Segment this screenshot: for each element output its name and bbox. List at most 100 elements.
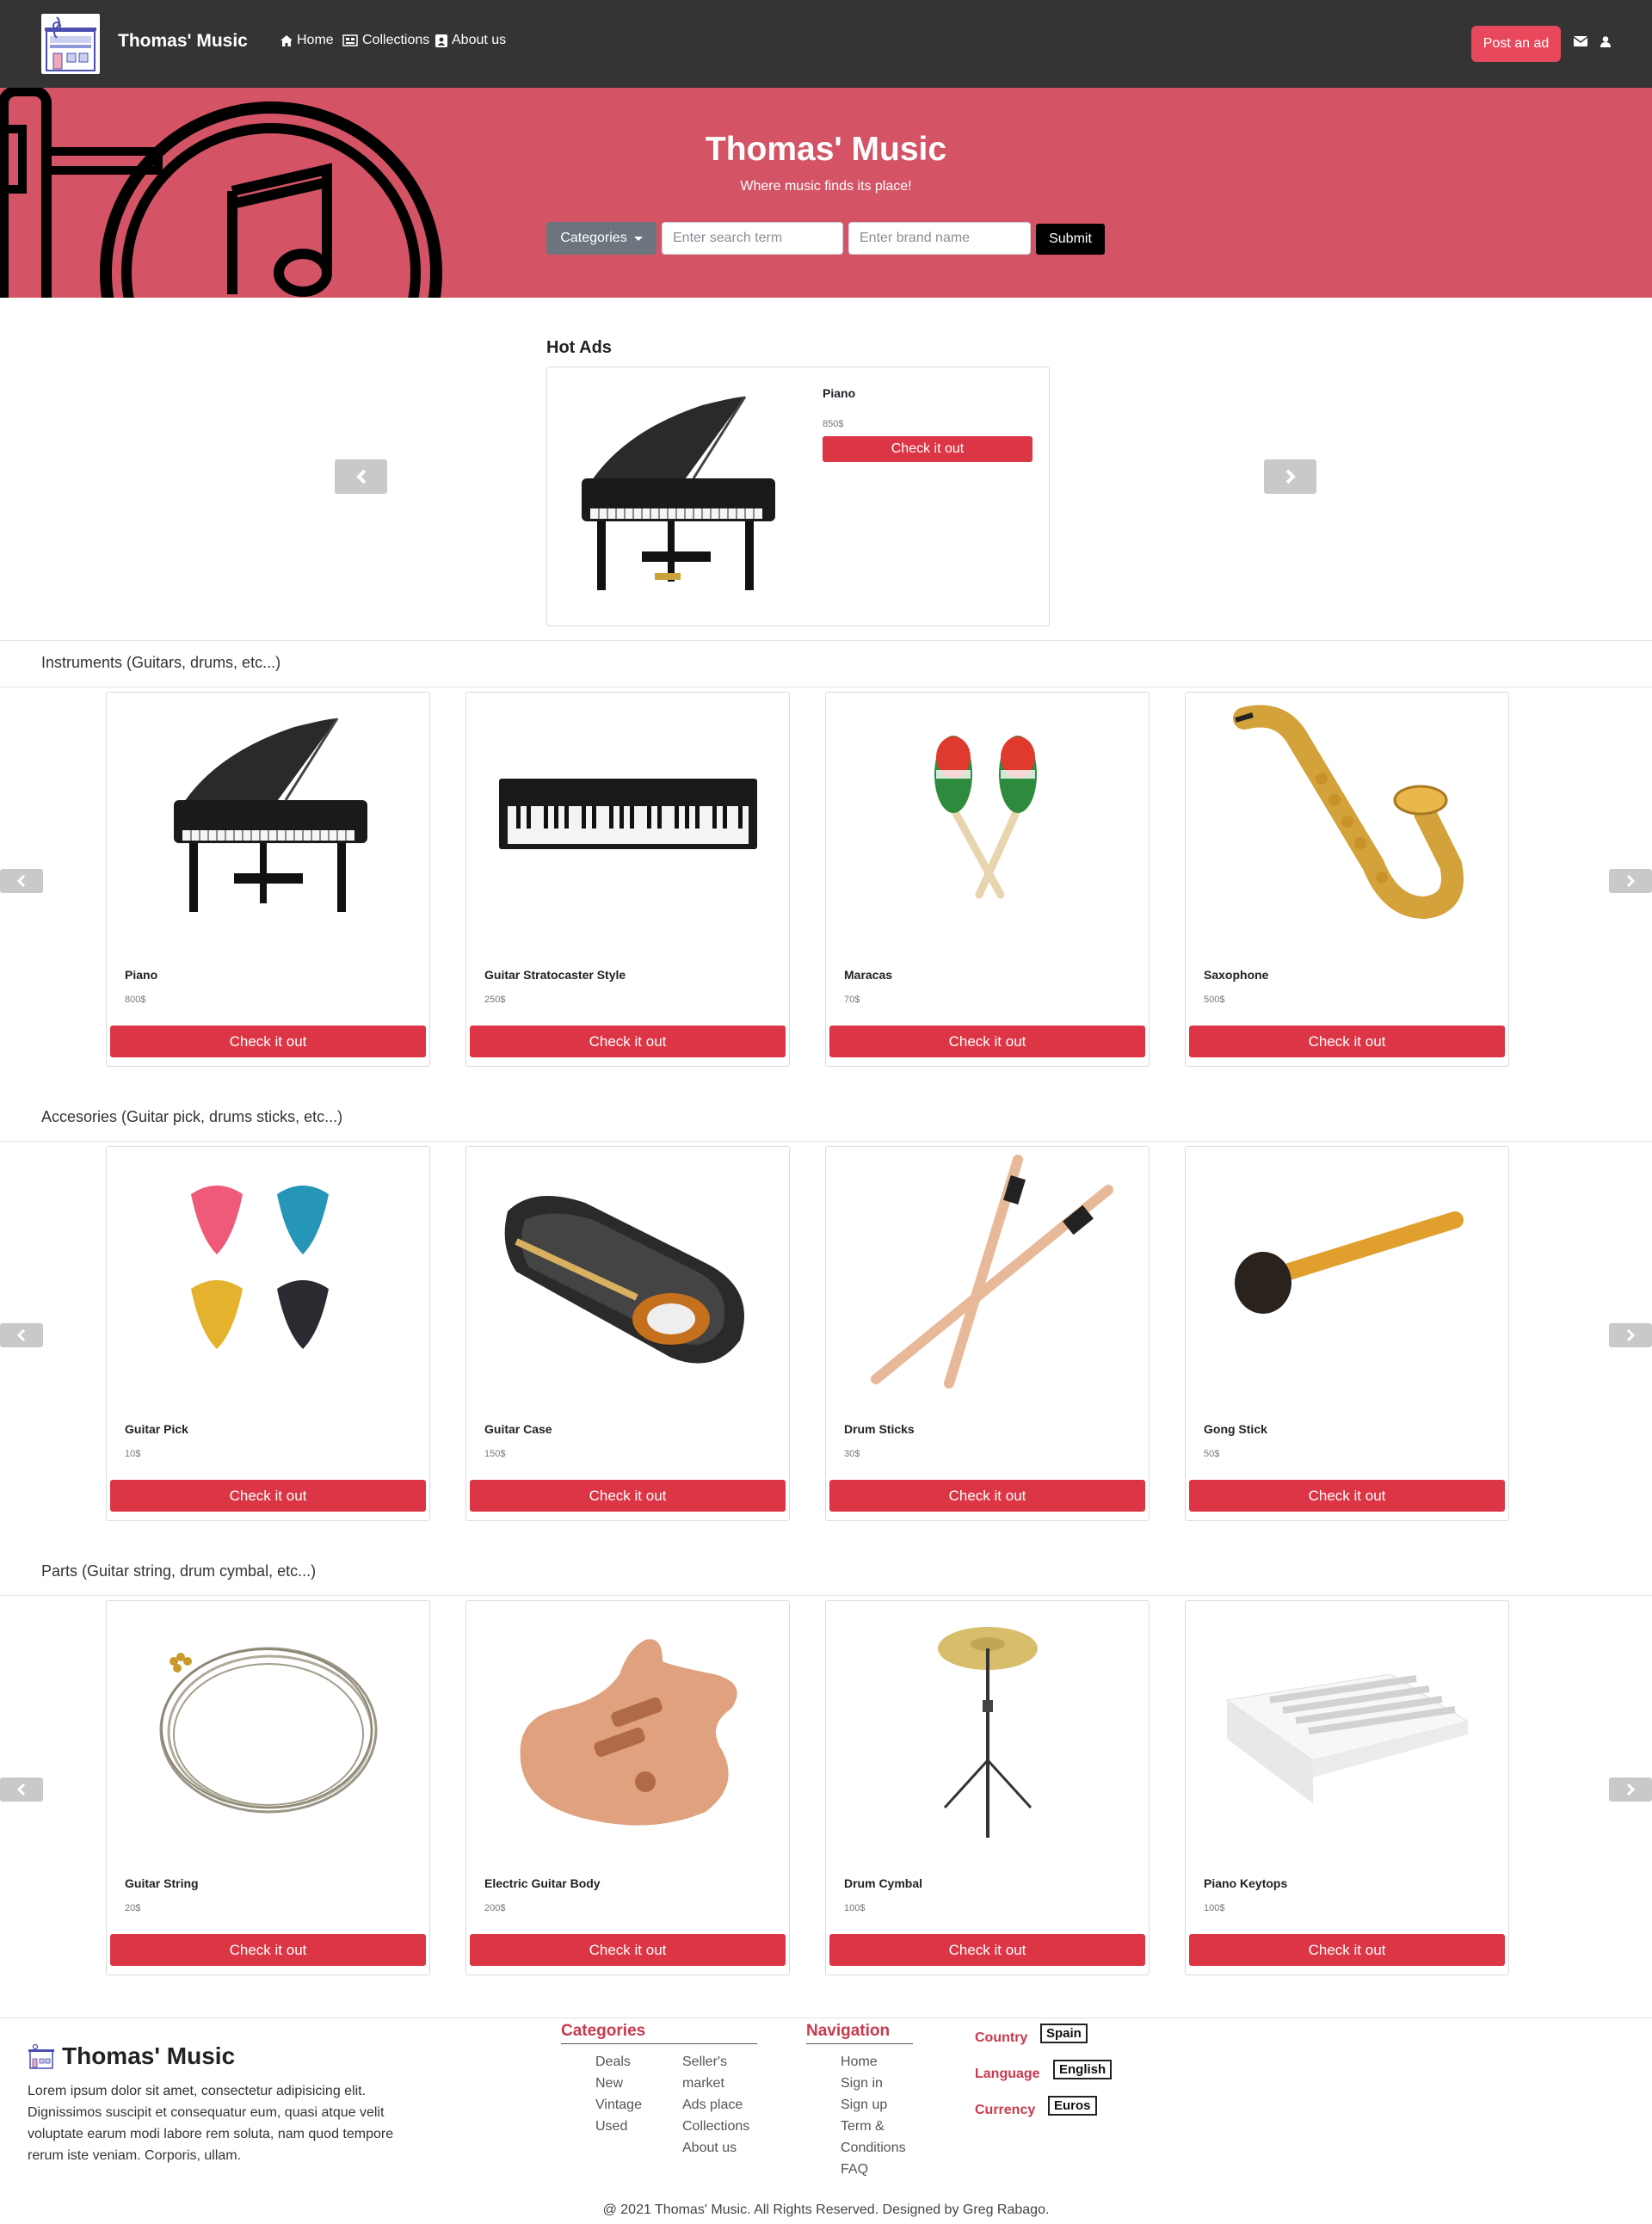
check-it-out-button[interactable]: Check it out: [110, 1480, 426, 1512]
footer-link-conditions[interactable]: Conditions: [841, 2137, 906, 2159]
envelope-icon[interactable]: [1574, 36, 1587, 46]
nav-about-link[interactable]: About us: [435, 33, 506, 48]
nav-home-link[interactable]: Home: [280, 33, 334, 48]
product-card[interactable]: Piano Keytops 100$ Check it out: [1185, 1600, 1509, 1975]
country-select[interactable]: Spain: [1040, 2024, 1088, 2043]
footer-link-sign-in[interactable]: Sign in: [841, 2073, 883, 2094]
brand-logo-icon: [28, 2043, 54, 2069]
product-price: 200$: [484, 1903, 506, 1913]
hot-ad-price: 850$: [823, 419, 844, 429]
product-name: Drum Sticks: [844, 1422, 915, 1436]
footer-link-faq[interactable]: FAQ: [841, 2159, 868, 2180]
footer-link-home[interactable]: Home: [841, 2051, 878, 2073]
user-icon[interactable]: [1600, 36, 1611, 47]
product-name: Guitar Stratocaster Style: [484, 968, 626, 982]
check-it-out-button[interactable]: Check it out: [110, 1026, 426, 1057]
chevron-left-icon: [16, 1329, 26, 1341]
hot-ad-card[interactable]: Piano 850$ Check it out: [546, 367, 1050, 626]
product-card[interactable]: Maracas 70$ Check it out: [825, 692, 1150, 1067]
footer-navigation-underline: [806, 2043, 913, 2044]
footer-link-market[interactable]: market: [682, 2073, 724, 2094]
check-it-out-button[interactable]: Check it out: [470, 1934, 786, 1966]
product-price: 250$: [484, 995, 506, 1005]
product-card[interactable]: Gong Stick 50$ Check it out: [1185, 1146, 1509, 1521]
footer-link-sellers[interactable]: Seller's: [682, 2051, 727, 2073]
check-it-out-button[interactable]: Check it out: [470, 1480, 786, 1512]
product-name: Piano: [125, 968, 158, 982]
submit-button[interactable]: Submit: [1036, 224, 1105, 255]
guitar-case-image: [466, 1147, 789, 1396]
product-card[interactable]: Saxophone 500$ Check it out: [1185, 692, 1509, 1067]
brand-name[interactable]: Thomas' Music: [118, 31, 248, 52]
piano-image: [582, 396, 775, 590]
product-price: 150$: [484, 1449, 506, 1459]
keyboard-image: [466, 693, 789, 942]
product-name: Gong Stick: [1204, 1422, 1267, 1436]
footer-link-about[interactable]: About us: [682, 2137, 737, 2159]
check-it-out-button[interactable]: Check it out: [1189, 1480, 1505, 1512]
footer-categories-title: Categories: [561, 2022, 646, 2040]
accessories-next-button[interactable]: [1609, 1323, 1652, 1347]
instruments-next-button[interactable]: [1609, 869, 1652, 893]
footer-link-sign-up[interactable]: Sign up: [841, 2094, 887, 2116]
hero-banner: Thomas' Music Where music finds its plac…: [0, 88, 1652, 298]
categories-dropdown[interactable]: Categories: [546, 222, 656, 255]
hot-ads-prev-button[interactable]: [335, 459, 387, 494]
parts-prev-button[interactable]: [0, 1777, 43, 1802]
check-it-out-button[interactable]: Check it out: [829, 1480, 1145, 1512]
home-icon: [280, 34, 293, 46]
product-card[interactable]: Guitar Case 150$ Check it out: [465, 1146, 790, 1521]
product-price: 70$: [844, 995, 860, 1005]
parts-next-button[interactable]: [1609, 1777, 1652, 1802]
check-it-out-button[interactable]: Check it out: [1189, 1026, 1505, 1057]
check-it-out-button[interactable]: Check it out: [470, 1026, 786, 1057]
post-ad-button[interactable]: Post an ad: [1471, 26, 1561, 62]
nav-collections-link[interactable]: Collections: [342, 33, 429, 48]
brand-input[interactable]: [848, 222, 1031, 255]
product-card[interactable]: Drum Cymbal 100$ Check it out: [825, 1600, 1150, 1975]
footer-link-new[interactable]: New: [595, 2073, 623, 2094]
chevron-left-icon: [16, 1784, 26, 1796]
navbar: Thomas' Music Home Collections About us …: [0, 0, 1652, 88]
footer-description: Lorem ipsum dolor sit amet, consectetur …: [28, 2084, 394, 2163]
chevron-left-icon: [16, 875, 26, 887]
footer-link-used[interactable]: Used: [595, 2116, 627, 2137]
footer-link-terms[interactable]: Term &: [841, 2116, 885, 2137]
check-it-out-button[interactable]: Check it out: [1189, 1934, 1505, 1966]
product-name: Saxophone: [1204, 968, 1269, 982]
chevron-right-icon: [1285, 469, 1296, 484]
instruments-prev-button[interactable]: [0, 869, 43, 893]
chevron-right-icon: [1626, 1784, 1636, 1796]
product-card[interactable]: Electric Guitar Body 200$ Check it out: [465, 1600, 790, 1975]
chevron-down-icon: [633, 236, 643, 241]
product-card[interactable]: Guitar Stratocaster Style 250$ Check it …: [465, 692, 790, 1067]
brand-logo-icon[interactable]: [41, 14, 100, 74]
product-price: 100$: [844, 1903, 866, 1913]
product-card[interactable]: Guitar Pick 10$ Check it out: [106, 1146, 430, 1521]
footer-link-vintage[interactable]: Vintage: [595, 2094, 642, 2116]
footer-brand: Thomas' Music: [28, 2042, 235, 2070]
hot-ads-next-button[interactable]: [1264, 459, 1316, 494]
product-card[interactable]: Guitar String 20$ Check it out: [106, 1600, 430, 1975]
footer-link-collections[interactable]: Collections: [682, 2116, 749, 2137]
search-input[interactable]: [662, 222, 843, 255]
check-it-out-button[interactable]: Check it out: [110, 1934, 426, 1966]
product-name: Drum Cymbal: [844, 1876, 923, 1890]
footer-link-deals[interactable]: Deals: [595, 2051, 631, 2073]
gong-stick-image: [1186, 1147, 1508, 1396]
currency-select[interactable]: Euros: [1048, 2096, 1097, 2116]
product-price: 30$: [844, 1449, 860, 1459]
accessories-prev-button[interactable]: [0, 1323, 43, 1347]
footer-language-label: Language: [975, 2067, 1040, 2081]
copyright: @ 2021 Thomas' Music. All Rights Reserve…: [602, 2202, 1050, 2217]
hot-ad-check-button[interactable]: Check it out: [823, 436, 1032, 462]
guitar-string-image: [107, 1601, 429, 1851]
footer-link-ads-place[interactable]: Ads place: [682, 2094, 743, 2116]
product-price: 800$: [125, 995, 146, 1005]
product-card[interactable]: Drum Sticks 30$ Check it out: [825, 1146, 1150, 1521]
product-card[interactable]: Piano 800$ Check it out: [106, 692, 430, 1067]
product-name: Electric Guitar Body: [484, 1876, 601, 1890]
check-it-out-button[interactable]: Check it out: [829, 1026, 1145, 1057]
language-select[interactable]: English: [1053, 2060, 1113, 2079]
check-it-out-button[interactable]: Check it out: [829, 1934, 1145, 1966]
